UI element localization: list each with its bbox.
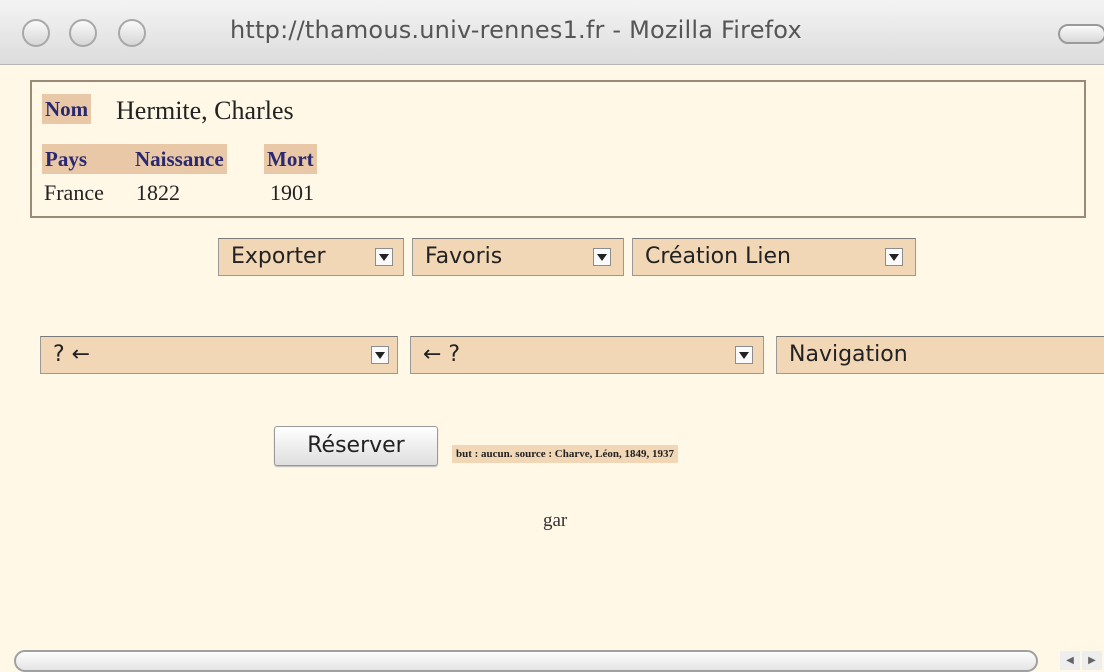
mort-value: 1901 [270, 180, 314, 205]
next-select[interactable]: ← ? [410, 336, 764, 374]
navigation-select-label: Navigation [789, 342, 908, 367]
pays-value: France [44, 180, 104, 205]
chevron-down-icon [735, 346, 753, 364]
naissance-value: 1822 [136, 180, 180, 205]
previous-select-label: ? ← [53, 342, 91, 367]
exporter-select-label: Exporter [231, 244, 326, 269]
naissance-label: Naissance [132, 144, 227, 174]
toolbar-toggle-icon[interactable] [1058, 24, 1104, 44]
nom-value: Hermite, Charles [116, 96, 294, 125]
source-note: but : aucun. source : Charve, Léon, 1849… [452, 445, 678, 463]
favoris-select-label: Favoris [425, 244, 503, 269]
navigation-select[interactable]: Navigation [776, 336, 1104, 374]
close-icon[interactable] [22, 19, 50, 47]
next-select-label: ← ? [423, 342, 461, 367]
zoom-icon[interactable] [118, 19, 146, 47]
favoris-select[interactable]: Favoris [412, 238, 624, 276]
footer-text: gar [543, 510, 568, 531]
exporter-select[interactable]: Exporter [218, 238, 404, 276]
record-panel: Nom Hermite, Charles Pays Naissance Mort… [30, 80, 1086, 218]
chevron-down-icon [593, 248, 611, 266]
minimize-icon[interactable] [69, 19, 97, 47]
window-titlebar: http://thamous.univ-rennes1.fr - Mozilla… [0, 0, 1104, 65]
reserver-button[interactable]: Réserver [274, 426, 438, 466]
arrow-right-icon[interactable]: ▶ [1082, 651, 1102, 670]
chevron-down-icon [375, 248, 393, 266]
pays-label: Pays [42, 144, 136, 174]
nom-label: Nom [42, 94, 92, 124]
chevron-down-icon [371, 346, 389, 364]
creation-lien-select-label: Création Lien [645, 244, 791, 269]
mort-label: Mort [264, 144, 317, 174]
chevron-down-icon [885, 248, 903, 266]
horizontal-scrollbar[interactable] [14, 650, 1038, 672]
arrow-left-icon[interactable]: ◀ [1060, 651, 1080, 670]
creation-lien-select[interactable]: Création Lien [632, 238, 916, 276]
previous-select[interactable]: ? ← [40, 336, 398, 374]
window-title: http://thamous.univ-rennes1.fr - Mozilla… [230, 16, 802, 44]
